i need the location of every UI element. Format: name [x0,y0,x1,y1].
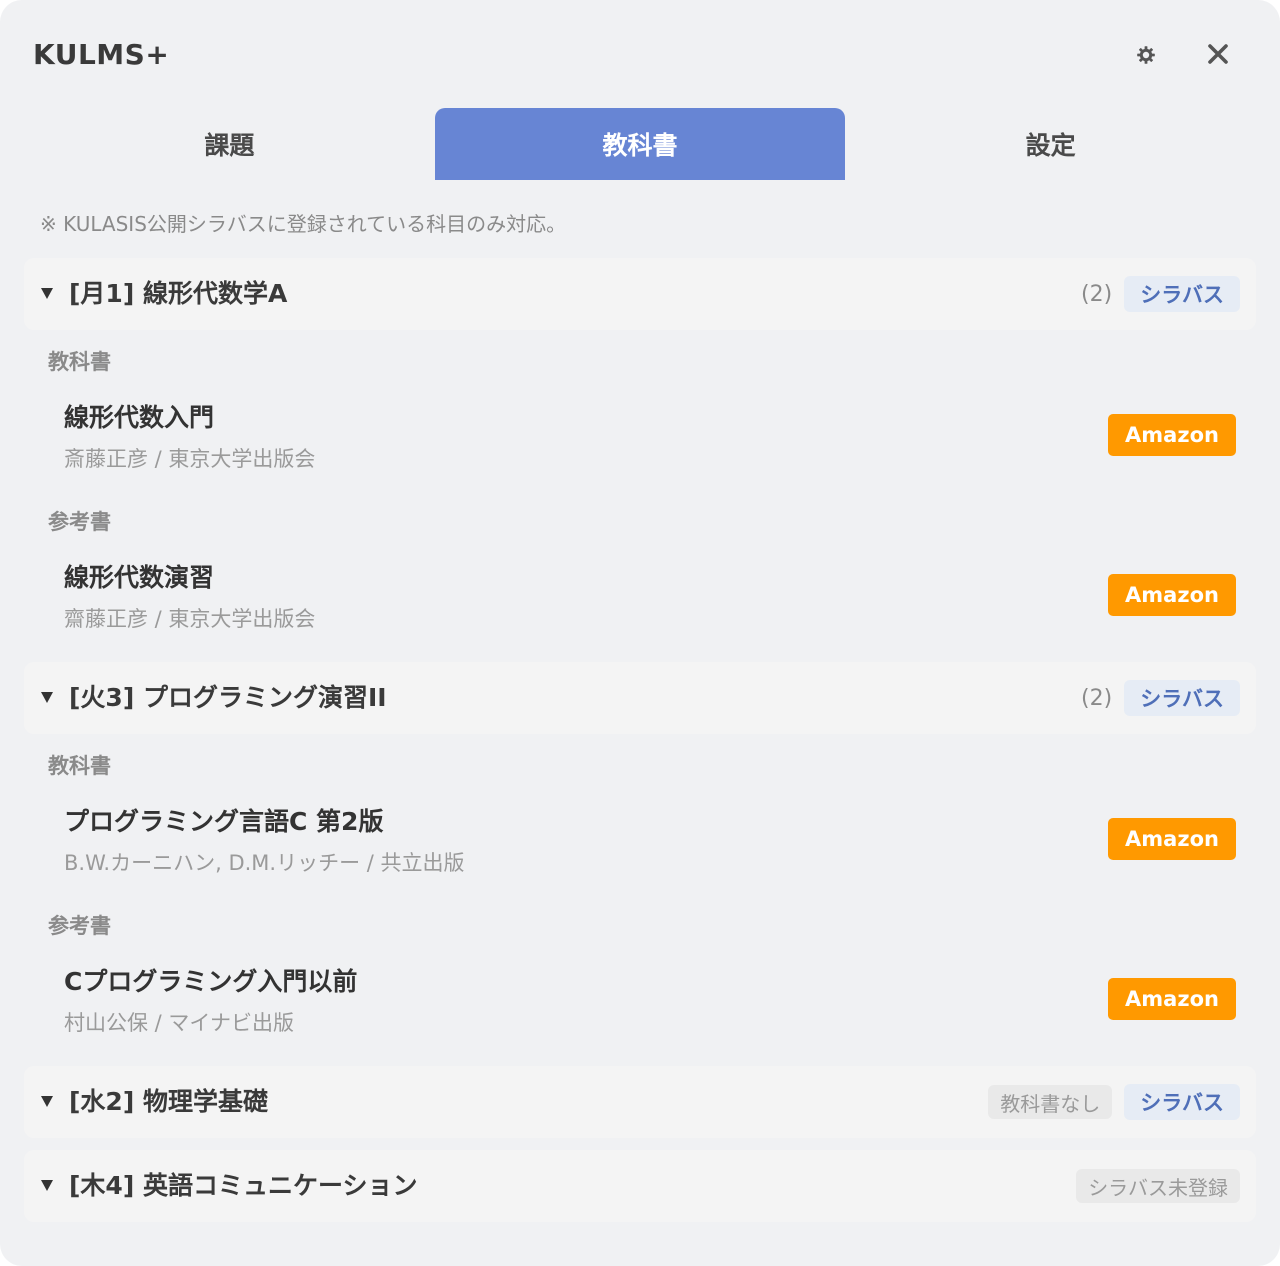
book-meta: B.W.カーニハン, D.M.リッチー / 共立出版 [64,851,465,875]
syllabus-unregistered-badge: シラバス未登録 [1076,1169,1240,1203]
course-header[interactable]: [木4] 英語コミュニケーション シラバス未登録 [24,1150,1256,1222]
section-label-reference: 参考書 [48,510,111,534]
course-header[interactable]: [火3] プログラミング演習II (2) シラバス [24,662,1256,734]
extension-panel: KULMS+ 課題 教科書 設定 ※ KULASIS公開シラバスに登録されている… [0,0,1280,1266]
book-title: Cプログラミング入門以前 [64,967,358,996]
amazon-button[interactable]: Amazon [1108,414,1236,456]
close-icon [1208,44,1228,64]
book-count: (2) [1081,281,1113,307]
section-label-reference: 参考書 [48,914,111,938]
book-count: (2) [1081,685,1113,711]
amazon-button[interactable]: Amazon [1108,574,1236,616]
section-label-textbook: 教科書 [48,350,111,374]
syllabus-button[interactable]: シラバス [1124,680,1240,716]
settings-button[interactable] [1130,38,1162,72]
collapse-triangle-icon[interactable] [39,1093,55,1109]
collapse-triangle-icon[interactable] [39,285,55,301]
book-meta: 村山公保 / マイナビ出版 [64,1011,295,1035]
tab-assignments[interactable]: 課題 [24,108,435,180]
course-title: [火3] プログラミング演習II [69,683,387,712]
amazon-button[interactable]: Amazon [1108,978,1236,1020]
tab-bar: 課題 教科書 設定 [24,108,1256,180]
course-title: [木4] 英語コミュニケーション [69,1171,418,1200]
collapse-triangle-icon[interactable] [39,689,55,705]
header: KULMS+ [0,0,1280,108]
course-header[interactable]: [月1] 線形代数学A (2) シラバス [24,258,1256,330]
syllabus-button[interactable]: シラバス [1124,1084,1240,1120]
close-button[interactable] [1200,36,1236,72]
app-title: KULMS+ [33,38,170,71]
syllabus-button[interactable]: シラバス [1124,276,1240,312]
book-title: 線形代数入門 [64,403,215,432]
syllabus-notice: ※ KULASIS公開シラバスに登録されている科目のみ対応。 [40,212,567,236]
book-title: 線形代数演習 [64,563,215,592]
gear-icon [1137,46,1155,64]
course-header[interactable]: [水2] 物理学基礎 教科書なし シラバス [24,1066,1256,1138]
course-title: [水2] 物理学基礎 [69,1087,268,1116]
section-label-textbook: 教科書 [48,754,111,778]
course-title: [月1] 線形代数学A [69,279,288,308]
tab-textbooks[interactable]: 教科書 [434,108,846,180]
tab-settings[interactable]: 設定 [845,108,1256,180]
book-title: プログラミング言語C 第2版 [64,807,384,836]
book-meta: 斎藤正彦 / 東京大学出版会 [64,447,316,471]
book-meta: 齋藤正彦 / 東京大学出版会 [64,607,316,631]
amazon-button[interactable]: Amazon [1108,818,1236,860]
collapse-triangle-icon[interactable] [39,1177,55,1193]
no-textbook-badge: 教科書なし [988,1085,1113,1119]
